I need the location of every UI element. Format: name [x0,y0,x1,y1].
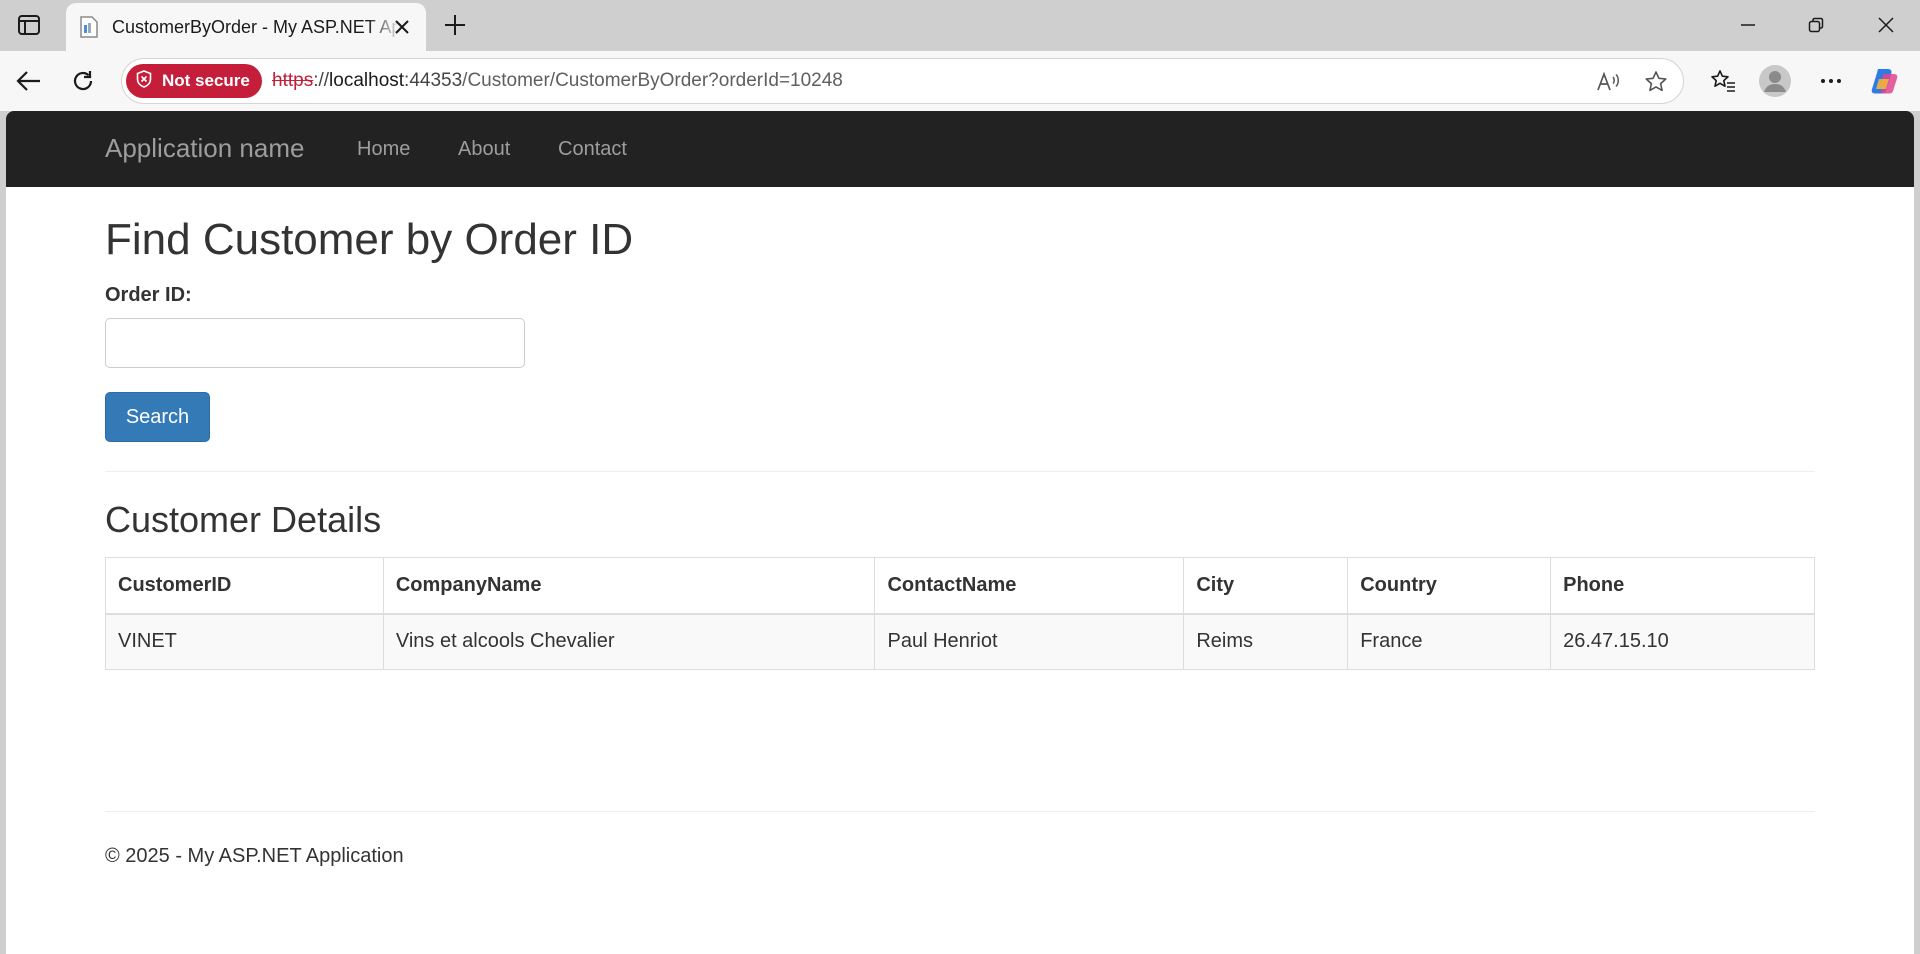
column-header: Country [1347,557,1552,615]
cell-customer-id: VINET [105,613,384,670]
address-bar[interactable]: Not secure https://localhost:44353/Custo… [121,58,1684,104]
navbar-brand[interactable]: Application name [105,133,304,164]
url-port: :44353 [404,70,463,91]
url-host: localhost [329,70,405,91]
order-id-input[interactable] [105,318,525,368]
restore-icon[interactable] [1796,8,1836,42]
nav-link-about[interactable]: About [458,138,510,161]
column-header: CompanyName [382,557,876,615]
search-button[interactable]: Search [105,392,210,442]
cell-contact-name: Paul Henriot [874,613,1185,670]
more-options-icon[interactable] [1814,64,1848,98]
cell-phone: 26.47.15.10 [1550,613,1815,670]
nav-link-contact[interactable]: Contact [558,138,627,161]
url-separator: :// [313,70,330,91]
favorite-star-icon[interactable] [1643,69,1669,95]
cell-country: France [1347,613,1552,670]
table-header-row: CustomerID CompanyName ContactName City … [105,557,1815,615]
refresh-icon[interactable] [66,64,100,98]
url-scheme: https [272,70,314,91]
not-secure-badge[interactable]: Not secure [126,64,262,98]
tab-actions-icon[interactable] [14,12,44,38]
url-text[interactable]: https://localhost:44353/Customer/Custome… [272,70,843,92]
table-row: VINET Vins et alcools Chevalier Paul Hen… [105,613,1815,670]
minimize-icon[interactable] [1728,8,1768,42]
page-favicon-icon [78,16,100,38]
divider [105,471,1815,472]
customer-details-heading: Customer Details [105,499,382,540]
not-secure-label: Not secure [162,71,250,90]
shield-warning-icon [136,69,152,93]
page-viewport: Application name Home About Contact Find… [6,111,1914,954]
close-tab-icon[interactable] [390,15,414,39]
url-path: /Customer/CustomerByOrder?orderId=10248 [462,70,843,91]
column-header: City [1183,557,1349,615]
profile-avatar-icon[interactable] [1758,64,1792,98]
browser-tab-strip: CustomerByOrder - My ASP.NET Application [0,0,1920,51]
page-title: Find Customer by Order ID [105,215,634,264]
browser-toolbar: Not secure https://localhost:44353/Custo… [0,51,1920,111]
cell-company-name: Vins et alcools Chevalier [382,613,876,670]
cell-city: Reims [1183,613,1349,670]
browser-tab[interactable]: CustomerByOrder - My ASP.NET Application [66,3,426,51]
favorites-icon[interactable] [1706,64,1740,98]
site-navbar: Application name Home About Contact [6,111,1914,187]
column-header: ContactName [874,557,1185,615]
read-aloud-icon[interactable] [1595,69,1621,95]
column-header: CustomerID [105,557,384,615]
new-tab-icon[interactable] [440,10,470,40]
footer-divider [105,811,1815,812]
order-id-label: Order ID: [105,284,192,306]
back-icon[interactable] [12,64,46,98]
customer-details-table: CustomerID CompanyName ContactName City … [105,557,1815,670]
nav-link-home[interactable]: Home [357,138,410,161]
copilot-icon[interactable] [1868,64,1902,98]
close-window-icon[interactable] [1866,8,1906,42]
tab-title: CustomerByOrder - My ASP.NET Application [112,16,402,37]
footer-copyright: © 2025 - My ASP.NET Application [105,845,404,867]
column-header: Phone [1550,557,1815,615]
